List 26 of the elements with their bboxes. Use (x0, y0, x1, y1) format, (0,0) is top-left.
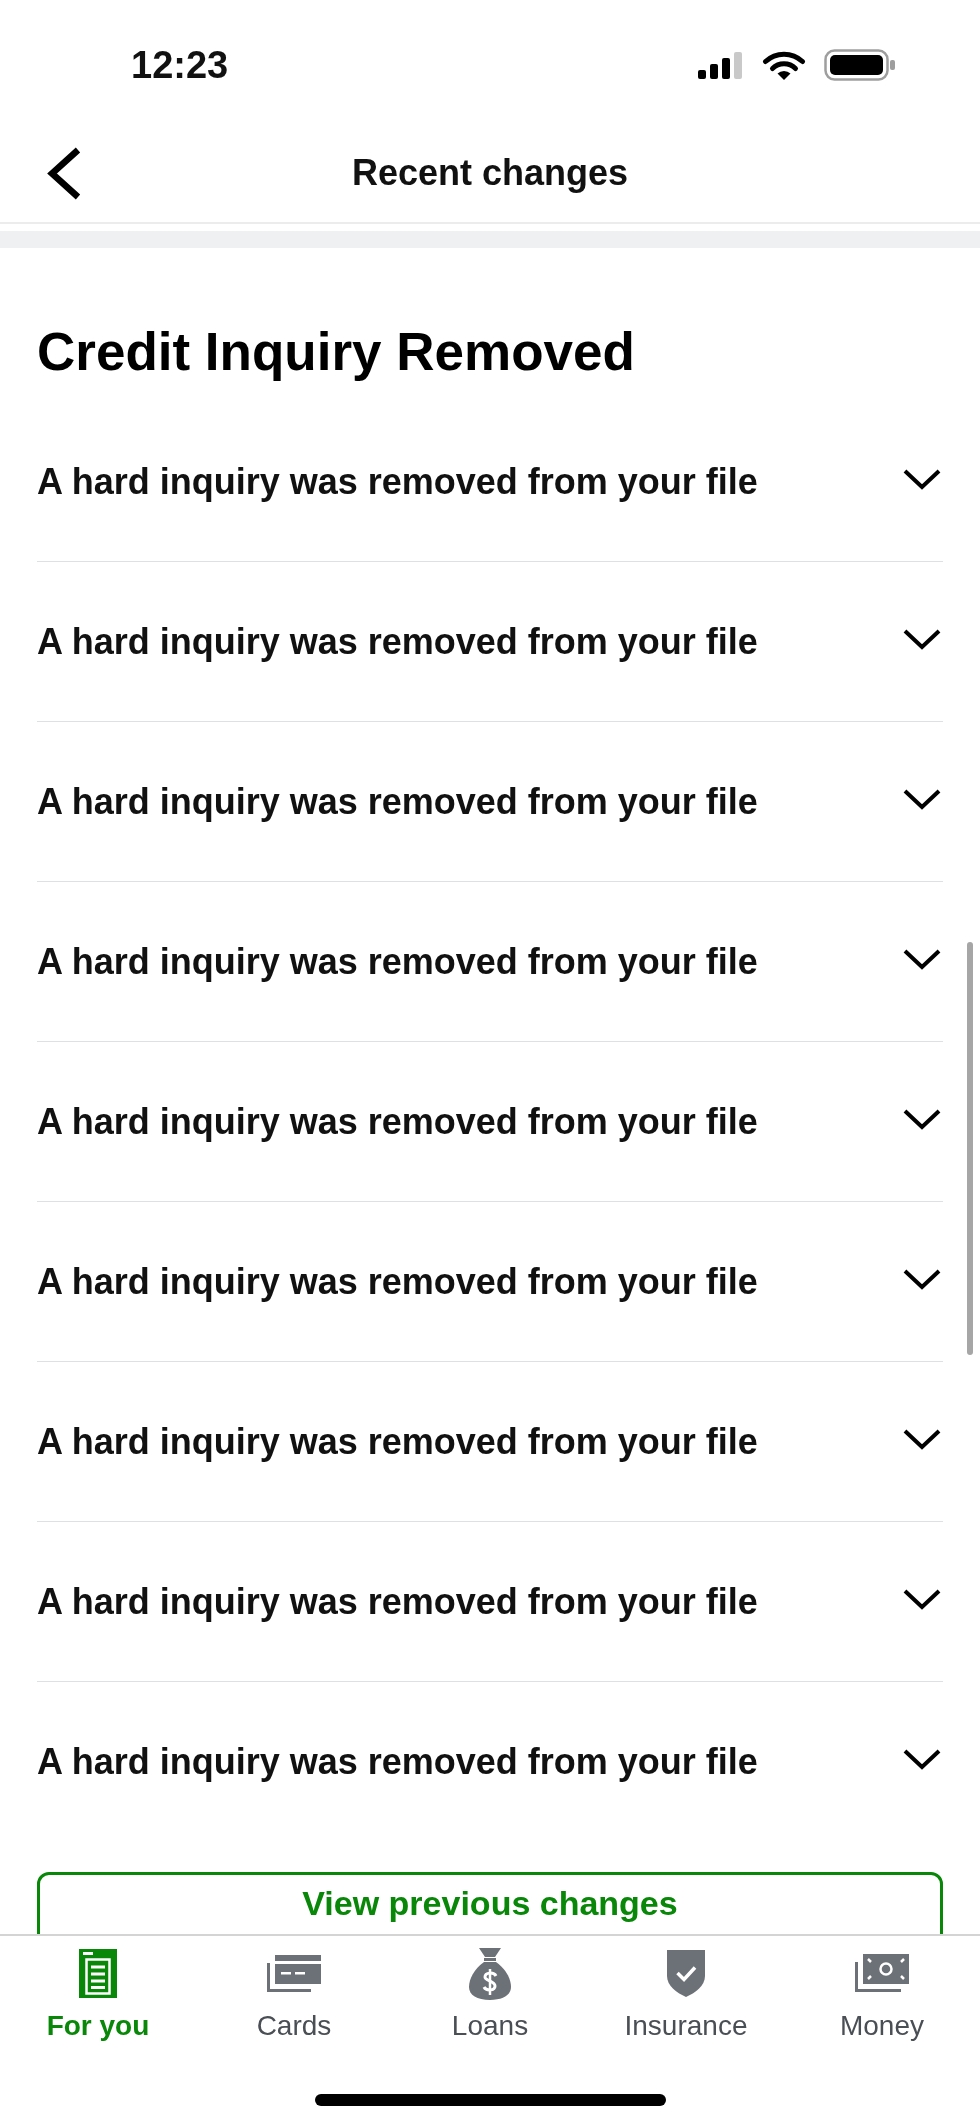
wifi-icon (762, 49, 806, 81)
accordion-row[interactable]: A hard inquiry was removed from your file (37, 1362, 943, 1522)
tab[interactable]: Cards (196, 1946, 392, 2043)
tab[interactable]: Money (784, 1946, 980, 2043)
back-chevron-icon (47, 146, 81, 200)
accordion-row[interactable]: A hard inquiry was removed from your file (37, 1682, 943, 1842)
tab[interactable]: Insurance (588, 1946, 784, 2043)
accordion-row[interactable]: A hard inquiry was removed from your file (37, 562, 943, 722)
document-icon (79, 1948, 117, 1998)
status-time: 12:23 (131, 46, 229, 84)
tab[interactable]: For you (0, 1946, 196, 2043)
accordion-row[interactable]: A hard inquiry was removed from your file (37, 402, 943, 562)
page-title: Recent changes (351, 155, 629, 191)
cards-icon (267, 1954, 321, 1992)
banknote-icon (855, 1954, 909, 1992)
money-bag-icon (469, 1946, 511, 2000)
accordion-row[interactable]: A hard inquiry was removed from your file (37, 1042, 943, 1202)
battery-icon (824, 49, 895, 81)
section-title: Credit Inquiry Removed (37, 322, 636, 382)
accordion-row[interactable]: A hard inquiry was removed from your file (37, 1522, 943, 1682)
accordion-row[interactable]: A hard inquiry was removed from your file (37, 722, 943, 882)
tab[interactable]: Loans (392, 1946, 588, 2043)
accordion-row[interactable]: A hard inquiry was removed from your file (37, 1202, 943, 1362)
signal-icon (698, 51, 744, 79)
accordion-row[interactable]: A hard inquiry was removed from your file (37, 882, 943, 1042)
shield-check-icon (667, 1949, 705, 1997)
